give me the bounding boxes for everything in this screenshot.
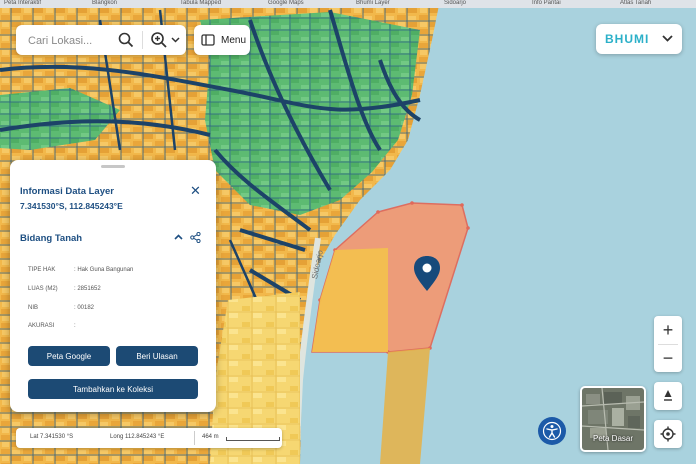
browser-tab[interactable]: Info Pantai — [532, 0, 561, 8]
panel-coordinates: 7.341530°S, 112.845243°E — [20, 201, 123, 211]
zoom-out-button[interactable]: − — [654, 344, 682, 372]
latitude-readout: Lat 7.341530 °S — [30, 434, 74, 440]
close-icon[interactable]: ✕ — [190, 184, 201, 197]
browser-tab-strip: Peta Interaktif Blangkon Tabula Mapped G… — [0, 0, 696, 8]
browser-tab[interactable]: Blangkon — [92, 0, 117, 8]
share-icon[interactable] — [190, 232, 201, 243]
attribute-label: LUAS (M2) — [28, 286, 58, 292]
browser-tab[interactable]: Peta Interaktif — [4, 0, 41, 8]
basemap-label: Peta Dasar — [592, 434, 634, 443]
search-icon[interactable] — [116, 30, 136, 50]
search-bar — [16, 25, 186, 55]
browser-tab[interactable]: Atlas Tanah — [620, 0, 651, 8]
locate-button[interactable] — [654, 420, 682, 448]
attribute-value: : — [74, 323, 76, 329]
beri-ulasan-button[interactable]: Beri Ulasan — [116, 346, 198, 366]
attribute-label: AKURASI — [28, 323, 55, 329]
chevron-up-icon[interactable] — [174, 234, 183, 240]
brand-selector[interactable]: BHUMI — [596, 24, 682, 54]
scale-line — [226, 437, 280, 441]
basemap-switcher[interactable]: Peta Dasar — [580, 386, 646, 452]
divider — [142, 31, 143, 49]
divider — [194, 431, 195, 445]
coordinate-scale-bar: Lat 7.341530 °S Long 112.845243 °E 464 m — [16, 428, 282, 448]
scale-label: 464 m — [202, 434, 219, 440]
longitude-readout: Long 112.845243 °E — [110, 434, 165, 440]
attribute-value: : 00182 — [74, 305, 95, 311]
attribute-label: TIPE HAK — [28, 267, 56, 273]
zoom-in-icon[interactable] — [148, 30, 170, 50]
browser-tab[interactable]: Bhumi Layer — [356, 0, 390, 8]
section-title: Bidang Tanah — [20, 233, 83, 244]
panel-drag-handle[interactable] — [101, 165, 125, 168]
peta-google-button[interactable]: Peta Google — [28, 346, 110, 366]
zoom-in-button[interactable]: + — [654, 316, 682, 344]
compass-button[interactable] — [654, 382, 682, 410]
brand-logo: BHUMI — [605, 32, 650, 46]
browser-tab[interactable]: Google Maps — [268, 0, 304, 8]
chevron-down-icon[interactable] — [170, 34, 180, 46]
attribute-value: : 2851652 — [74, 286, 101, 292]
chevron-down-icon — [662, 35, 673, 42]
zoom-controls: + − — [654, 316, 682, 372]
panel-title: Informasi Data Layer — [20, 186, 114, 197]
add-to-collection-button[interactable]: Tambahkan ke Koleksi — [28, 379, 198, 399]
browser-tab[interactable]: Tabula Mapped — [180, 0, 221, 8]
accessibility-icon — [542, 421, 562, 441]
attribute-label: NIB — [28, 305, 39, 311]
menu-button[interactable]: Menu — [194, 25, 250, 55]
crosshair-icon — [660, 426, 676, 442]
attribute-value: : Hak Guna Bangunan — [74, 267, 134, 273]
info-panel: Informasi Data Layer 7.341530°S, 112.845… — [10, 160, 216, 412]
sidebar-icon — [201, 34, 215, 46]
browser-tab[interactable]: Sidoarjo — [444, 0, 466, 8]
menu-label: Menu — [221, 34, 247, 46]
compass-icon — [662, 389, 674, 403]
accessibility-button[interactable] — [538, 417, 566, 445]
